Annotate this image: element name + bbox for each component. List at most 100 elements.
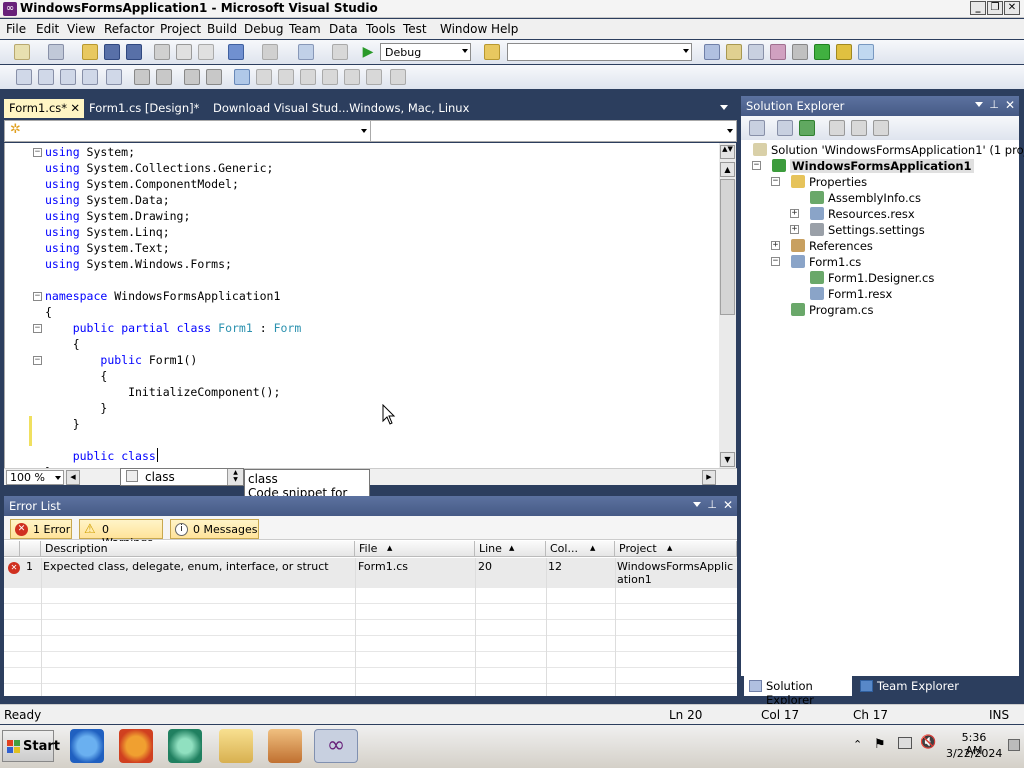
window-position-icon[interactable] — [693, 502, 701, 507]
edge-icon[interactable] — [168, 729, 202, 763]
types-dropdown[interactable]: ✲ — [5, 121, 371, 141]
firefox-icon[interactable] — [119, 729, 153, 763]
maximize-button[interactable]: ❐ — [987, 1, 1003, 15]
menu-build[interactable]: Build — [207, 22, 237, 36]
solution-explorer-icon[interactable] — [704, 44, 720, 60]
clock-date[interactable]: 3/22/2024 — [946, 747, 1002, 760]
increase-indent-icon[interactable] — [156, 69, 172, 85]
tree-node[interactable]: + Settings.settings — [741, 222, 1019, 238]
media-player-icon[interactable] — [268, 729, 302, 763]
add-item-icon[interactable] — [48, 44, 64, 60]
column-header-line[interactable]: Line ▲ — [475, 541, 546, 557]
tree-node[interactable]: Program.cs — [741, 302, 1019, 318]
collapse-using-icon[interactable]: − — [33, 148, 42, 157]
column-header-col[interactable]: Col... ▲ — [546, 541, 615, 557]
find-in-files-icon[interactable] — [484, 44, 500, 60]
extension-manager-icon[interactable] — [836, 44, 852, 60]
menu-data[interactable]: Data — [329, 22, 358, 36]
complete-word-icon[interactable] — [82, 69, 98, 85]
open-folder-icon[interactable] — [82, 44, 98, 60]
close-button[interactable]: ✕ — [1004, 1, 1020, 15]
menu-debug[interactable]: Debug — [244, 22, 283, 36]
find-combo[interactable] — [507, 43, 692, 61]
expand-icon[interactable]: + — [771, 241, 780, 250]
redo-icon[interactable] — [262, 44, 278, 60]
parameter-info-icon[interactable] — [38, 69, 54, 85]
scroll-down-icon[interactable]: ▼ — [720, 452, 735, 467]
column-header-description[interactable]: Description — [41, 541, 355, 557]
tree-node[interactable]: Form1.resx — [741, 286, 1019, 302]
intellisense-scroll-icon[interactable]: ▲ ▼ — [227, 469, 243, 485]
tab-team-explorer[interactable]: Team Explorer — [855, 676, 965, 696]
zoom-select[interactable]: 100 % — [6, 470, 64, 485]
menu-window[interactable]: Window — [440, 22, 487, 36]
scroll-up-icon[interactable]: ▲ — [720, 162, 735, 177]
scroll-thumb[interactable] — [720, 179, 735, 315]
messages-filter-button[interactable]: i 0 Messages — [170, 519, 259, 539]
cut-icon[interactable] — [154, 44, 170, 60]
next-bookmark-icon[interactable] — [278, 69, 294, 85]
tree-node[interactable]: − Form1.cs — [741, 254, 1019, 270]
collapse-icon[interactable]: − — [771, 257, 780, 266]
previous-bookmark-folder-icon[interactable] — [300, 69, 316, 85]
previous-bookmark-document-icon[interactable] — [344, 69, 360, 85]
internet-explorer-icon[interactable] — [70, 729, 104, 763]
intellisense-input[interactable]: class — [145, 470, 175, 484]
properties-icon[interactable] — [726, 44, 742, 60]
column-header-project[interactable]: Project ▲ — [615, 541, 737, 557]
view-code-icon[interactable] — [829, 120, 845, 136]
tab-download-visual-studio[interactable]: Download Visual Stud...Windows, Mac, Lin… — [208, 99, 474, 118]
volume-muted-icon[interactable]: 🔇 — [920, 735, 936, 750]
comment-icon[interactable] — [184, 69, 200, 85]
next-bookmark-folder-icon[interactable] — [322, 69, 338, 85]
menu-file[interactable]: File — [6, 22, 26, 36]
navigate-forward-icon[interactable] — [332, 44, 348, 60]
scroll-left-icon[interactable]: ◀ — [66, 470, 80, 485]
close-panel-icon[interactable]: ✕ — [723, 498, 733, 512]
indent-icon[interactable] — [106, 69, 122, 85]
toolbox-icon[interactable] — [770, 44, 786, 60]
new-project-icon[interactable] — [14, 44, 30, 60]
show-all-files-icon[interactable] — [777, 120, 793, 136]
properties-icon[interactable] — [749, 120, 765, 136]
command-window-icon[interactable] — [858, 44, 874, 60]
split-handle-icon[interactable]: ▲▼ — [720, 145, 735, 159]
show-desktop-button[interactable] — [1008, 739, 1020, 751]
tree-node[interactable]: − WindowsFormsApplication1 — [741, 158, 1019, 174]
file-explorer-icon[interactable] — [219, 729, 253, 763]
intellisense-completion-box[interactable]: class ▲ ▼ — [120, 468, 244, 486]
tree-node[interactable]: + References — [741, 238, 1019, 254]
menu-team[interactable]: Team — [289, 22, 321, 36]
tab-overflow-icon[interactable] — [720, 105, 728, 110]
view-designer-icon[interactable] — [851, 120, 867, 136]
solution-configuration-select[interactable]: Debug — [380, 43, 471, 61]
tools-icon[interactable] — [792, 44, 808, 60]
menu-project[interactable]: Project — [160, 22, 201, 36]
menu-refactor[interactable]: Refactor — [104, 22, 154, 36]
save-all-icon[interactable] — [126, 44, 142, 60]
start-debugging-icon[interactable]: ▶ — [360, 44, 376, 60]
menu-edit[interactable]: Edit — [36, 22, 59, 36]
scroll-right-icon[interactable]: ▶ — [702, 470, 716, 485]
collapse-icon[interactable]: − — [752, 161, 761, 170]
column-header-icon[interactable] — [4, 541, 20, 557]
tab-form1-cs[interactable]: Form1.cs* ✕ — [4, 99, 84, 118]
errors-filter-button[interactable]: ✕ 1 Error — [10, 519, 72, 539]
decrease-indent-icon[interactable] — [134, 69, 150, 85]
collapse-class-icon[interactable]: − — [33, 324, 42, 333]
next-bookmark-document-icon[interactable] — [366, 69, 382, 85]
code-editor[interactable]: − − − − using System; using System.Collec… — [4, 143, 722, 479]
tab-form1-design[interactable]: Form1.cs [Design]* — [84, 99, 204, 118]
uncomment-icon[interactable] — [206, 69, 222, 85]
expand-icon[interactable]: + — [790, 209, 799, 218]
display-object-member-list-icon[interactable] — [16, 69, 32, 85]
window-position-icon[interactable] — [975, 102, 983, 107]
menu-test[interactable]: Test — [403, 22, 427, 36]
start-button[interactable]: Start — [2, 730, 60, 762]
toggle-bookmark-icon[interactable] — [234, 69, 250, 85]
previous-bookmark-icon[interactable] — [256, 69, 272, 85]
close-tab-icon[interactable]: ✕ — [70, 101, 80, 115]
expand-icon[interactable]: + — [790, 225, 799, 234]
copy-icon[interactable] — [176, 44, 192, 60]
auto-hide-pin-icon[interactable]: ⊥ — [989, 98, 999, 111]
